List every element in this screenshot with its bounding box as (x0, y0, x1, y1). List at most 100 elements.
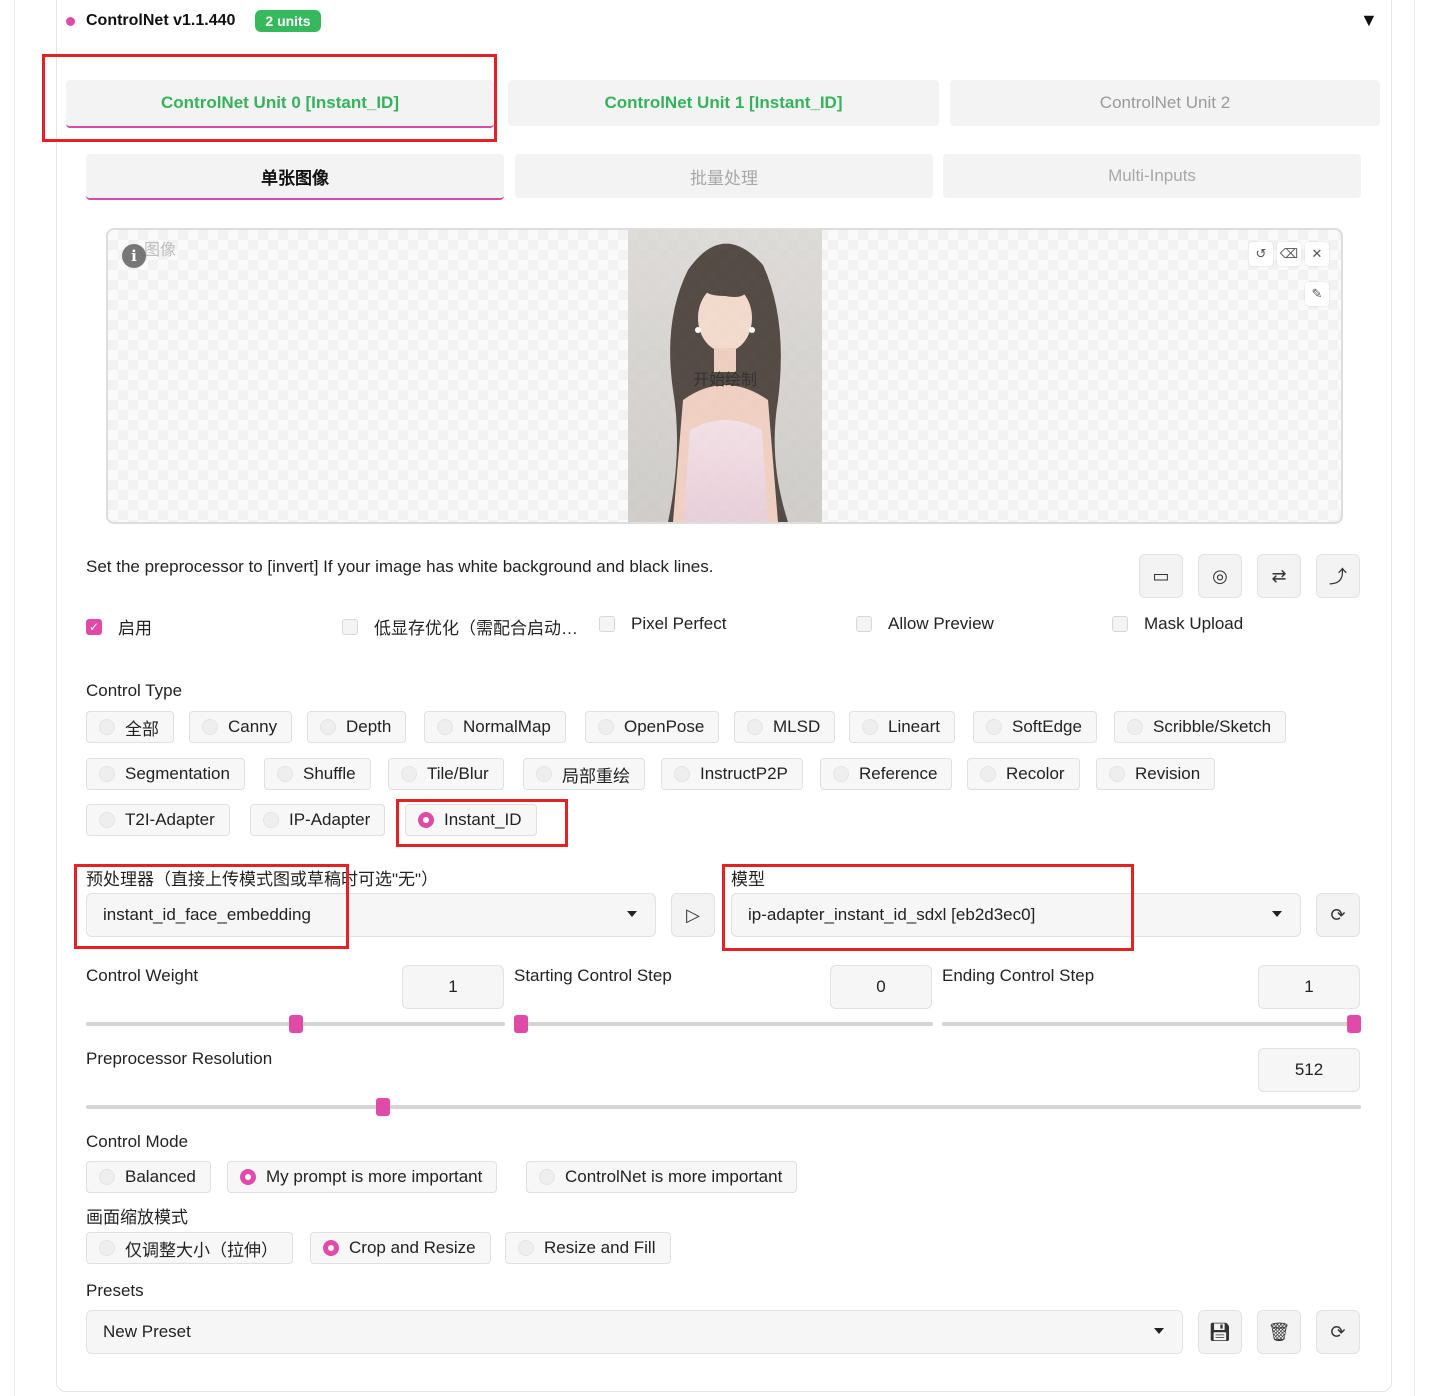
radio-label: SoftEdge (1012, 717, 1082, 736)
collapse-triangle-icon[interactable]: ▼ (1360, 10, 1378, 31)
radio-all[interactable]: 全部 (86, 711, 174, 743)
radio-dot (437, 719, 453, 735)
upload-icon[interactable]: ⤴ (1316, 554, 1360, 598)
checkbox-box[interactable] (856, 616, 872, 632)
radio-label: Lineart (888, 717, 940, 736)
radio-scribble[interactable]: Scribble/Sketch (1114, 711, 1287, 743)
swap-icon[interactable]: ⇄ (1257, 554, 1301, 598)
checkbox-box[interactable] (342, 618, 358, 635)
low-vram-checkbox[interactable]: 低显存优化（需配合启动… (342, 614, 578, 639)
refresh-icon[interactable]: ⟳ (1316, 1310, 1360, 1354)
presets-select[interactable]: New Preset (86, 1310, 1183, 1354)
control-weight-input[interactable]: 1 (402, 965, 504, 1009)
radio-balanced[interactable]: Balanced (86, 1161, 211, 1193)
camera-icon[interactable]: ▭ (1139, 554, 1183, 598)
radio-dot (747, 719, 763, 735)
radio-shuffle[interactable]: Shuffle (264, 758, 371, 790)
preprocessor-resolution-thumb[interactable] (376, 1098, 391, 1116)
radio-tile-blur[interactable]: Tile/Blur (388, 758, 504, 790)
radio-lineart[interactable]: Lineart (849, 711, 955, 743)
radio-dot (320, 719, 336, 735)
radio-dot (539, 1169, 555, 1185)
starting-step-thumb[interactable] (514, 1015, 528, 1033)
preprocessor-resolution-input[interactable]: 512 (1258, 1048, 1360, 1092)
radio-reference[interactable]: Reference (820, 758, 953, 790)
radio-openpose[interactable]: OpenPose (585, 711, 720, 743)
radio-dot (833, 766, 849, 782)
undo-icon[interactable]: ↺ (1249, 242, 1273, 266)
checkbox-box[interactable] (1112, 616, 1128, 632)
radio-crop-resize[interactable]: Crop and Resize (310, 1232, 491, 1264)
tab-unit-0[interactable]: ControlNet Unit 0 [Instant_ID] (66, 80, 494, 128)
radio-controlnet-important[interactable]: ControlNet is more important (526, 1161, 798, 1193)
save-icon[interactable]: 💾︎ (1198, 1310, 1242, 1354)
radio-label: Reference (859, 764, 938, 783)
pixel-perfect-checkbox[interactable]: Pixel Perfect (599, 614, 726, 634)
radio-softedge[interactable]: SoftEdge (973, 711, 1097, 743)
radio-depth[interactable]: Depth (307, 711, 407, 743)
radio-label: OpenPose (624, 717, 705, 736)
radio-prompt-important[interactable]: My prompt is more important (227, 1161, 498, 1193)
radio-dot (980, 766, 996, 782)
radio-just-resize[interactable]: 仅调整大小（拉伸） (86, 1232, 293, 1264)
ending-step-thumb[interactable] (1347, 1015, 1361, 1033)
model-value: ip-adapter_instant_id_sdxl [eb2d3ec0] (748, 905, 1036, 924)
tab-single-image[interactable]: 单张图像 (86, 154, 504, 200)
control-weight-thumb[interactable] (288, 1015, 303, 1033)
preprocessor-select[interactable]: instant_id_face_embedding (86, 893, 656, 937)
status-dot (66, 16, 75, 26)
starting-step-slider[interactable] (514, 1022, 933, 1026)
radio-label: Segmentation (125, 764, 230, 783)
radio-instructp2p[interactable]: InstructP2P (661, 758, 803, 790)
radio-dot (99, 766, 115, 782)
radio-label: ControlNet is more important (565, 1167, 783, 1186)
checkbox-box[interactable] (599, 616, 615, 632)
refresh-icon[interactable]: ⟳ (1316, 893, 1360, 937)
mask-upload-checkbox[interactable]: Mask Upload (1112, 614, 1243, 634)
radio-inpaint[interactable]: 局部重绘 (523, 758, 645, 790)
radio-segmentation[interactable]: Segmentation (86, 758, 245, 790)
starting-step-input[interactable]: 0 (830, 965, 932, 1009)
presets-label: Presets (86, 1281, 144, 1300)
tab-unit-2[interactable]: ControlNet Unit 2 (950, 80, 1380, 126)
radio-dot (99, 812, 115, 828)
brush-icon[interactable]: ✎ (1305, 282, 1329, 306)
info-icon[interactable]: i (122, 244, 146, 268)
radio-dot (1109, 766, 1125, 782)
tab-batch[interactable]: 批量处理 (515, 154, 933, 198)
tab-unit-1[interactable]: ControlNet Unit 1 [Instant_ID] (508, 80, 939, 126)
radio-t2i-adapter[interactable]: T2I-Adapter (86, 804, 230, 836)
radio-mlsd[interactable]: MLSD (734, 711, 836, 743)
checkbox-label: Mask Upload (1144, 614, 1244, 633)
radio-dot (99, 1169, 115, 1185)
radio-dot (518, 1240, 534, 1256)
trash-icon[interactable]: 🗑︎ (1257, 1310, 1301, 1354)
accordion-header[interactable]: ControlNet v1.1.440 2 units (66, 8, 321, 34)
radio-ip-adapter[interactable]: IP-Adapter (250, 804, 386, 836)
radio-resize-fill[interactable]: Resize and Fill (505, 1232, 671, 1264)
ending-step-input[interactable]: 1 (1258, 965, 1360, 1009)
ending-step-slider[interactable] (942, 1022, 1361, 1026)
checkbox-label: Allow Preview (888, 614, 994, 633)
allow-preview-checkbox[interactable]: Allow Preview (856, 614, 994, 634)
checkbox-checked[interactable]: ✓ (86, 618, 102, 635)
enable-checkbox[interactable]: ✓ 启用 (86, 614, 152, 639)
radio-instant-id[interactable]: Instant_ID (405, 804, 537, 836)
preprocessor-resolution-slider[interactable] (86, 1105, 1361, 1109)
radio-dot (536, 766, 552, 782)
radio-label: Canny (228, 717, 278, 736)
play-icon[interactable]: ▷ (671, 893, 715, 937)
frame-divider-right (1414, 0, 1415, 1396)
image-upload-area[interactable]: 图像 i 开始绘制 ↺ ⌫ ✕ ✎ (106, 228, 1343, 524)
radio-normalmap[interactable]: NormalMap (424, 711, 566, 743)
radio-recolor[interactable]: Recolor (967, 758, 1080, 790)
webcam-icon[interactable]: ◎ (1198, 554, 1242, 598)
close-icon[interactable]: ✕ (1305, 242, 1329, 266)
radio-label: MLSD (773, 717, 821, 736)
radio-canny[interactable]: Canny (189, 711, 293, 743)
radio-revision[interactable]: Revision (1096, 758, 1216, 790)
model-label: 模型 (731, 870, 765, 889)
tab-multi-inputs[interactable]: Multi-Inputs (943, 154, 1361, 198)
model-select[interactable]: ip-adapter_instant_id_sdxl [eb2d3ec0] (731, 893, 1301, 937)
eraser-icon[interactable]: ⌫ (1277, 242, 1301, 266)
